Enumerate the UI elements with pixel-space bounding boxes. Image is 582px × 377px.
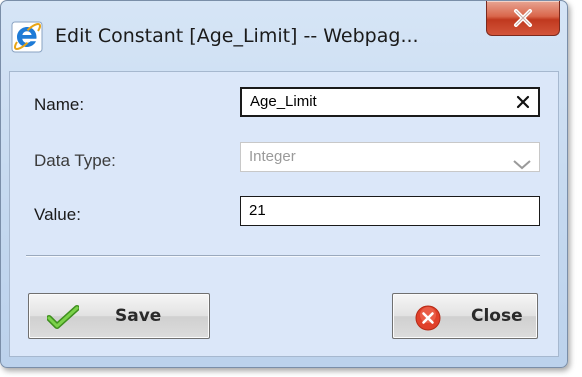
name-value: Age_Limit	[250, 93, 317, 110]
data-type-value: Integer	[249, 148, 296, 165]
close-button[interactable]: Close	[392, 293, 538, 339]
value-value: 21	[249, 202, 266, 219]
data-type-select[interactable]: Integer	[240, 142, 540, 172]
red-x-circle-icon	[415, 305, 441, 336]
window-title: Edit Constant [Age_Limit] -- Webpag...	[55, 25, 419, 47]
save-button[interactable]: Save	[28, 293, 210, 339]
save-label: Save	[115, 306, 162, 326]
dialog-window: Edit Constant [Age_Limit] -- Webpag... N…	[0, 0, 568, 368]
data-type-label: Data Type:	[34, 151, 116, 170]
checkmark-icon	[46, 305, 80, 334]
internet-explorer-icon	[11, 21, 43, 53]
title-bar[interactable]: Edit Constant [Age_Limit] -- Webpag...	[1, 1, 567, 71]
divider	[26, 255, 540, 257]
value-field[interactable]: 21	[240, 196, 540, 226]
clear-icon[interactable]	[514, 93, 532, 111]
name-field[interactable]: Age_Limit	[240, 87, 540, 117]
close-label: Close	[471, 306, 523, 326]
close-icon	[514, 9, 532, 27]
window-close-button[interactable]	[486, 1, 560, 36]
value-label: Value:	[34, 205, 81, 224]
dialog-content: Name: Age_Limit Data Type: Integer Value…	[9, 71, 559, 357]
chevron-down-icon	[513, 152, 531, 180]
name-label: Name:	[34, 95, 85, 114]
